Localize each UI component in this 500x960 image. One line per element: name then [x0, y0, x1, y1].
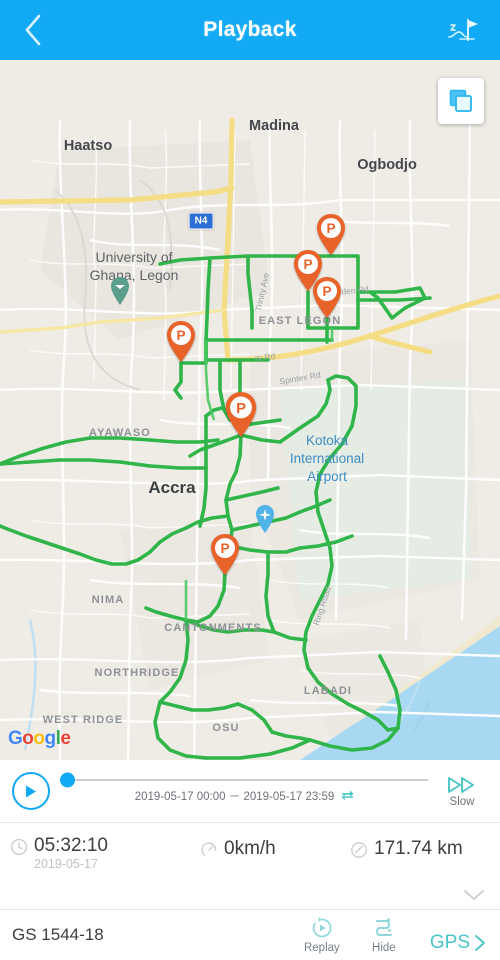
google-letter-g1: G [8, 728, 23, 749]
replay-icon [312, 917, 332, 938]
time-range: 2019-05-17 00:00 － 2019-05-17 23:59 [60, 788, 430, 804]
slider-thumb[interactable] [60, 772, 75, 787]
google-letter-e: e [60, 728, 71, 749]
map-label-haatso: Haatso [63, 138, 113, 154]
bottom-bar: GS 1544-18 Replay Hide GPS [0, 909, 500, 960]
place-pin-icon [111, 277, 129, 305]
odometer-icon [350, 841, 368, 864]
airplane-pin-icon [256, 505, 274, 533]
map-label-madina: Madina [249, 118, 299, 134]
timeline-slider[interactable]: 2019-05-17 00:00 － 2019-05-17 23:59 [60, 771, 430, 811]
duration-date: 2019-05-17 [34, 857, 98, 871]
map-label-ry-rd: ry Rd [254, 350, 276, 364]
route-flag-button[interactable] [438, 0, 488, 60]
map-label-spintex-rd: Spintex Rd [278, 369, 322, 387]
parking-pin-icon: P [313, 277, 341, 318]
parking-pin-icon: P [167, 321, 195, 362]
back-button[interactable] [10, 0, 56, 60]
repeat-icon[interactable] [340, 789, 355, 802]
map-label-northridge: NORTHRIDGE [94, 667, 180, 679]
svg-text:P: P [220, 541, 229, 556]
chevron-left-icon [25, 14, 41, 46]
gps-label: GPS [429, 932, 470, 953]
map-label-ogbodjo: Ogbodjo [357, 157, 417, 173]
map-label-accra: Accra [148, 478, 196, 497]
speedometer-icon [200, 841, 218, 864]
map-label-nima: NIMA [91, 594, 125, 606]
stop-marker[interactable]: P [310, 275, 344, 319]
map-label-airport-line2: International [289, 451, 365, 466]
map-label-university-line1: University of [95, 249, 173, 265]
speed-value: 0km/h [224, 838, 276, 859]
map-layers-icon [449, 89, 472, 112]
svg-text:P: P [236, 401, 246, 417]
google-letter-o2: o [33, 728, 45, 749]
stop-marker[interactable]: P [208, 532, 242, 576]
duration-value: 05:32:10 [34, 835, 108, 856]
highway-shield-n4: N4 [188, 212, 214, 230]
svg-text:P: P [303, 257, 312, 272]
playback-speed-button[interactable]: Slow [436, 775, 488, 808]
stop-marker[interactable]: P [222, 390, 260, 438]
route-icon [375, 918, 392, 936]
map-label-west-ridge: WEST RIDGE [42, 714, 124, 726]
stat-distance: 171.74 km [350, 835, 490, 864]
parking-pin-icon: P [225, 392, 257, 437]
play-icon [26, 785, 36, 797]
slider-track[interactable] [60, 772, 428, 787]
map-label-trinity-ave: Trinity Ave [253, 271, 271, 313]
app-header: Playback [0, 0, 500, 60]
map-label-cantonments: CANTONMENTS [164, 622, 262, 634]
playback-screen: Playback Haatso Madina Ogbodjo Accra Uni… [0, 0, 500, 960]
map-label-labadi: LABADI [303, 685, 353, 697]
playback-controls: 2019-05-17 00:00 － 2019-05-17 23:59 Slow [0, 760, 500, 822]
stop-marker[interactable]: P [164, 319, 198, 363]
distance-value: 171.74 km [374, 838, 463, 859]
map-label-airport-line1: Kotoka [305, 433, 349, 448]
svg-text:P: P [176, 328, 185, 343]
map-label-ring-road: Ring Road [311, 585, 333, 627]
google-letter-o1: o [22, 728, 34, 749]
fast-forward-icon [448, 776, 474, 793]
map-label-ayawaso: AYAWASO [89, 427, 151, 439]
chevron-down-icon [464, 890, 484, 900]
svg-text:P: P [322, 284, 331, 299]
map-label-university-line2: Ghana, Legon [89, 267, 179, 283]
map-label-osu: OSU [212, 722, 240, 734]
replay-label: Replay [303, 942, 340, 954]
play-button[interactable] [12, 772, 50, 810]
bottom-actions: Replay Hide GPS [300, 916, 488, 954]
time-range-text: 2019-05-17 00:00 － 2019-05-17 23:59 [134, 790, 335, 803]
stat-speed: 0km/h [200, 835, 350, 864]
playback-speed-label: Slow [449, 795, 475, 808]
gps-button[interactable]: GPS [430, 932, 488, 954]
airport-pin[interactable] [254, 504, 276, 534]
university-pin[interactable] [109, 276, 131, 306]
flag-route-icon [448, 19, 478, 41]
google-letter-g2: g [44, 728, 57, 749]
svg-text:P: P [326, 221, 335, 236]
map-view[interactable]: Haatso Madina Ogbodjo Accra University o… [0, 60, 500, 760]
trip-stats: 05:32:10 2019-05-17 0km/h 171.74 km [0, 823, 500, 909]
hide-track-label: Hide [372, 942, 396, 954]
stat-duration: 05:32:10 2019-05-17 [10, 835, 200, 872]
chevron-right-icon [475, 935, 485, 951]
parking-pin-icon: P [211, 534, 239, 575]
map-label-airport-line3: Airport [307, 469, 347, 484]
device-name[interactable]: GS 1544-18 [12, 925, 300, 945]
map-layers-button[interactable] [438, 78, 484, 124]
replay-button[interactable]: Replay [300, 916, 344, 954]
google-attribution: Google [8, 728, 71, 750]
page-title: Playback [203, 18, 297, 41]
hide-track-button[interactable]: Hide [362, 916, 406, 954]
expand-details-button[interactable] [462, 888, 486, 907]
clock-icon [10, 838, 28, 861]
